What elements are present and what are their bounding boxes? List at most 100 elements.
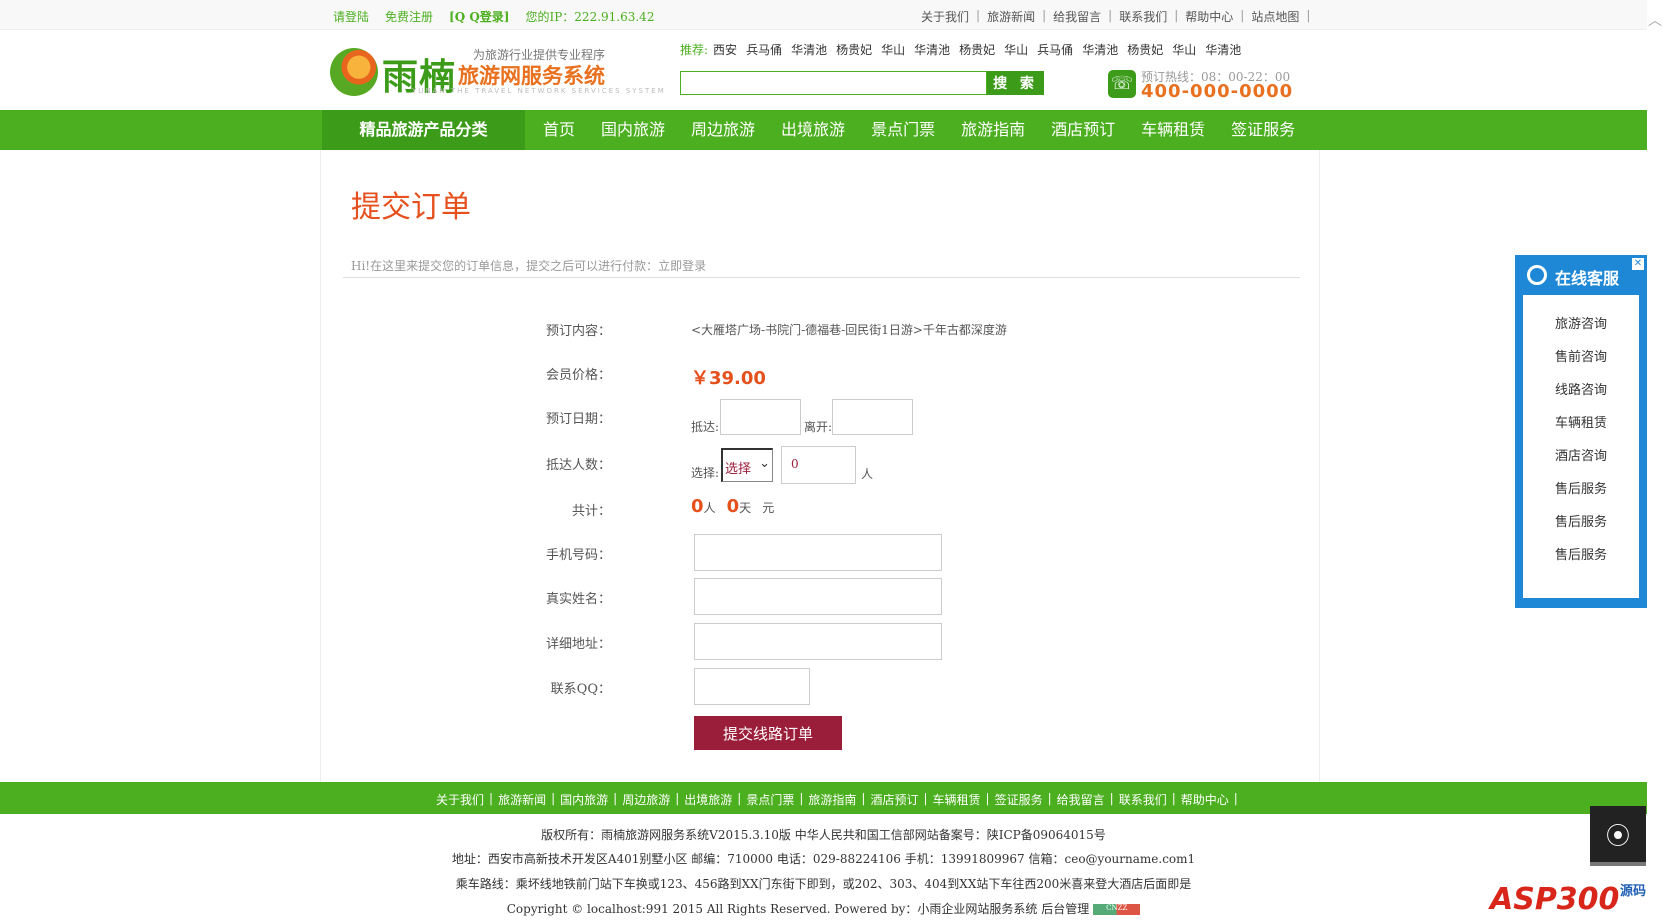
people-count-input[interactable]: 0 [781, 446, 856, 484]
footer-link[interactable]: 给我留言 [1057, 791, 1105, 808]
service-item-aftersale[interactable]: 售后服务 [1523, 478, 1639, 497]
service-item-route[interactable]: 线路咨询 [1523, 379, 1639, 398]
address-input[interactable] [694, 623, 942, 660]
nav-items: 首页 国内旅游 周边旅游 出境旅游 景点门票 旅游指南 酒店预订 车辆租赁 签证… [543, 110, 1295, 150]
recommend-item[interactable]: 华清池 [1205, 41, 1241, 58]
recommend-item[interactable]: 兵马俑 [1037, 41, 1073, 58]
recommend-item[interactable]: 华清池 [1082, 41, 1118, 58]
top-link-help[interactable]: 帮助中心 [1185, 8, 1233, 25]
recommend-item[interactable]: 华山 [1172, 41, 1196, 58]
phone-input[interactable] [694, 534, 942, 571]
total-people-unit: 人 [703, 501, 716, 515]
nav-category-menu[interactable]: 精品旅游产品分类 [322, 110, 525, 150]
nav-item-home[interactable]: 首页 [543, 110, 575, 150]
service-item-aftersale[interactable]: 售后服务 [1523, 511, 1639, 530]
footer-link[interactable]: 国内旅游 [560, 791, 608, 808]
nav-item-hotel[interactable]: 酒店预订 [1051, 110, 1115, 150]
nav-item-tickets[interactable]: 景点门票 [871, 110, 935, 150]
footer-link[interactable]: 帮助中心 [1181, 791, 1229, 808]
recommend-item[interactable]: 杨贵妃 [1127, 41, 1163, 58]
footer-link[interactable]: 联系我们 [1119, 791, 1167, 808]
total-people: 0 [691, 496, 704, 517]
watermark-sub: 源码 [1620, 884, 1647, 899]
name-input[interactable] [694, 578, 942, 615]
order-hint: Hi!在这里来提交您的订单信息，提交之后可以进行付款：立即登录 [351, 259, 707, 273]
headset-icon [1527, 265, 1547, 285]
recommend-item[interactable]: 西安 [713, 41, 737, 58]
nav-item-car[interactable]: 车辆租赁 [1141, 110, 1205, 150]
page-title: 提交订单 [351, 190, 471, 225]
footer-links: 关于我们 | 旅游新闻 | 国内旅游 | 周边旅游 | 出境旅游 | 景点门票 | 旅游指南… [436, 791, 1238, 808]
footer-link[interactable]: 酒店预订 [870, 791, 918, 808]
service-item-aftersale[interactable]: 售后服务 [1523, 544, 1639, 563]
recommend-item[interactable]: 华清池 [914, 41, 950, 58]
recommend-item[interactable]: 杨贵妃 [836, 41, 872, 58]
footer-link[interactable]: 旅游指南 [808, 791, 856, 808]
service-item-presale[interactable]: 售前咨询 [1523, 346, 1639, 365]
qq-login-link[interactable]: [Q Q登录] [449, 8, 509, 25]
watermark-logo: ASP300 源码 [1490, 872, 1650, 918]
service-item-hotel[interactable]: 酒店咨询 [1523, 445, 1639, 464]
top-link-message[interactable]: 给我留言 [1053, 8, 1101, 25]
service-item-travel[interactable]: 旅游咨询 [1523, 313, 1639, 332]
service-title: 在线客服 [1555, 269, 1620, 288]
top-link-contact[interactable]: 联系我们 [1119, 8, 1167, 25]
arrive-date-input[interactable] [720, 399, 801, 435]
nav-item-guide[interactable]: 旅游指南 [961, 110, 1025, 150]
login-link[interactable]: 请登陆 [333, 8, 369, 25]
footer-address: 地址：西安市高新技术开发区A401别墅小区 邮编：710000 电话：029-8… [451, 852, 1196, 866]
people-select[interactable]: 选择 ⌄ [721, 448, 773, 482]
footer-link[interactable]: 出境旅游 [684, 791, 732, 808]
label-qq: 联系QQ： [550, 682, 611, 697]
recommend-item[interactable]: 华清池 [791, 41, 827, 58]
nav-item-outbound[interactable]: 出境旅游 [781, 110, 845, 150]
nav-item-domestic[interactable]: 国内旅游 [601, 110, 665, 150]
leave-date-input[interactable] [832, 399, 913, 435]
recommend-item[interactable]: 华山 [1004, 41, 1028, 58]
service-item-car[interactable]: 车辆租赁 [1523, 412, 1639, 431]
label-date: 预订日期： [545, 412, 611, 427]
footer-link[interactable]: 旅游新闻 [498, 791, 546, 808]
label-total: 共计： [571, 504, 611, 519]
order-content-value: <大雁塔广场-书院门-德福巷-回民街1日游>千年古都深度游 [691, 323, 1007, 337]
service-header: 在线客服 [1515, 255, 1647, 293]
hotline: ☏ 预订热线：08：00-22：00 400-000-0000 [1108, 69, 1298, 102]
recommend-item[interactable]: 华山 [881, 41, 905, 58]
watermark-main: ASP300 [1490, 882, 1620, 917]
footer-powered: Copyright © localhost:991 2015 All Right… [0, 900, 1647, 917]
divider [343, 277, 1300, 278]
label-content: 预订内容： [545, 324, 611, 339]
footer-link[interactable]: 关于我们 [436, 791, 484, 808]
footer-link[interactable]: 周边旅游 [622, 791, 670, 808]
scroll-up-icon[interactable]: ︿ [1648, 10, 1662, 30]
service-list: 旅游咨询 售前咨询 线路咨询 车辆租赁 酒店咨询 售后服务 售后服务 售后服务 [1523, 295, 1639, 598]
cnzz-badge[interactable]: CNZZ [1093, 904, 1141, 915]
register-link[interactable]: 免费注册 [385, 8, 433, 25]
submit-order-button[interactable]: 提交线路订单 [694, 716, 842, 750]
recommend-item[interactable]: 杨贵妃 [959, 41, 995, 58]
nav-item-nearby[interactable]: 周边旅游 [691, 110, 755, 150]
search-button[interactable]: 搜 索 [987, 71, 1044, 95]
order-content: 提交订单 Hi!在这里来提交您的订单信息，提交之后可以进行付款：立即登录 预订内… [320, 150, 1320, 782]
top-link-sitemap[interactable]: 站点地图 [1251, 8, 1299, 25]
footer-link[interactable]: 签证服务 [995, 791, 1043, 808]
top-bar-links: 关于我们 | 旅游新闻 | 给我留言 | 联系我们 | 帮助中心 | 站点地图 | [921, 8, 1311, 25]
top-bar: 请登陆 免费注册 [Q Q登录] 您的IP：222.91.63.42 关于我们 |… [0, 0, 1647, 30]
search-input[interactable] [680, 71, 987, 95]
footer-link[interactable]: 景点门票 [746, 791, 794, 808]
signal-icon[interactable]: ⦿ [1590, 806, 1646, 866]
qq-input[interactable] [694, 668, 810, 705]
site-logo[interactable]: 雨楠 为旅游行业提供专业程序 旅游网服务系统 YUNAN THE TRAVEL … [330, 46, 664, 98]
yuan-unit: 元 [762, 501, 775, 515]
footer-link[interactable]: 车辆租赁 [933, 791, 981, 808]
footer-copyright: 版权所有：雨楠旅游网服务系统V2015.3.10版 中华人民共和国工信部网站备案… [541, 828, 1106, 842]
nav-item-visa[interactable]: 签证服务 [1231, 110, 1295, 150]
recommend-item[interactable]: 兵马俑 [746, 41, 782, 58]
label-address: 详细地址： [545, 637, 611, 652]
close-icon[interactable]: ✕ [1632, 258, 1644, 270]
powered-text: Copyright © localhost:991 2015 All Right… [506, 902, 1090, 916]
top-link-about[interactable]: 关于我们 [921, 8, 969, 25]
top-link-news[interactable]: 旅游新闻 [987, 8, 1035, 25]
flame-logo-icon [330, 48, 378, 96]
people-select-value: 选择 [725, 462, 752, 477]
